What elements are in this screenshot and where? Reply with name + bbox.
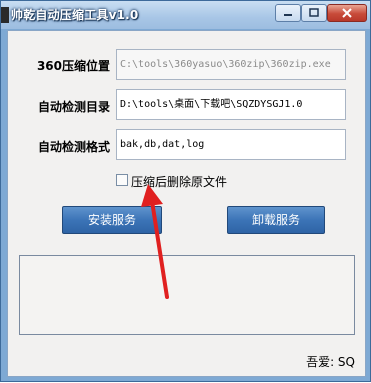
delete-original-checkbox[interactable] [116, 174, 128, 186]
window-title: 帅乾自动压缩工具v1.0 [11, 8, 139, 22]
install-service-button[interactable]: 安装服务 [62, 206, 162, 234]
watch-directory-label: 自动检测目录 [37, 100, 110, 114]
client-area: 360压缩位置 C:\tools\360yasuo\360zip\360zip.… [7, 30, 366, 377]
app-icon [1, 7, 9, 23]
delete-original-label[interactable]: 压缩后删除原文件 [131, 173, 227, 190]
title-bar[interactable]: 帅乾自动压缩工具v1.0 [1, 1, 370, 29]
app-window: 帅乾自动压缩工具v1.0 360压缩位置 C:\tools\360yasuo\3… [0, 0, 371, 382]
maximize-button[interactable] [301, 4, 327, 22]
minimize-button[interactable] [275, 4, 301, 22]
watch-directory-field[interactable]: D:\tools\桌面\下载吧\SQZDYSGJ1.0 [116, 89, 346, 120]
maximize-icon [309, 8, 319, 17]
zip-location-label: 360压缩位置 [36, 59, 110, 73]
watch-format-label: 自动检测格式 [37, 140, 110, 154]
close-icon [342, 8, 352, 18]
log-output-box[interactable] [19, 255, 355, 335]
uninstall-service-button[interactable]: 卸载服务 [227, 206, 325, 234]
close-button[interactable] [327, 4, 367, 22]
watch-format-field[interactable]: bak,db,dat,log [116, 129, 346, 160]
zip-location-field[interactable]: C:\tools\360yasuo\360zip\360zip.exe [116, 49, 346, 80]
minimize-icon [284, 14, 292, 16]
author-credit: 吾爱: SQ [306, 355, 355, 369]
